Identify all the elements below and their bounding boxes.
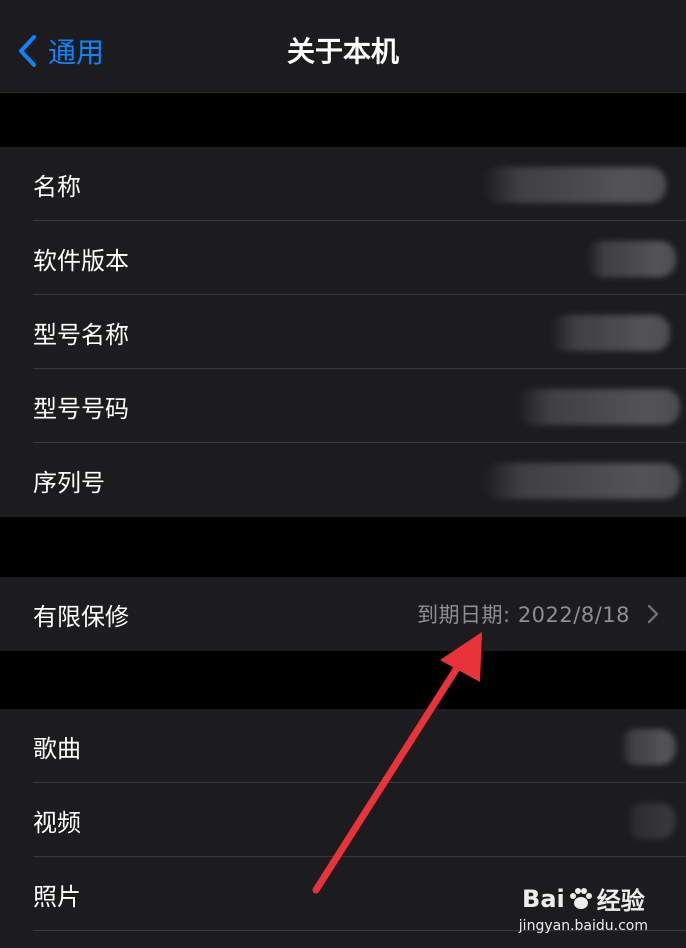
serial-number-row[interactable]: 序列号	[0, 443, 686, 517]
paw-icon	[569, 887, 592, 909]
redacted-value	[626, 803, 676, 839]
serial-number-label: 序列号	[33, 468, 105, 497]
device-name-row[interactable]: 名称	[0, 147, 686, 221]
page-title: 关于本机	[286, 35, 399, 68]
videos-row: 视频	[0, 783, 686, 857]
model-name-label: 型号名称	[33, 320, 129, 349]
songs-row: 歌曲	[0, 709, 686, 783]
redacted-value	[482, 167, 666, 203]
videos-label: 视频	[33, 808, 81, 837]
chevron-right-icon	[647, 604, 659, 624]
software-version-row[interactable]: 软件版本	[0, 221, 686, 295]
watermark-url: jingyan.baidu.com	[518, 918, 648, 934]
warranty-label: 有限保修	[33, 602, 129, 631]
warranty-group: 有限保修 到期日期: 2022/8/18	[0, 577, 686, 651]
device-info-group: 名称 软件版本 型号名称 型号号码 序列号	[0, 147, 686, 517]
redacted-value	[586, 241, 676, 277]
navigation-bar: 通用 关于本机	[0, 0, 686, 93]
device-name-label: 名称	[33, 172, 81, 201]
software-version-label: 软件版本	[33, 246, 129, 275]
warranty-row[interactable]: 有限保修 到期日期: 2022/8/18	[0, 577, 686, 651]
model-number-row[interactable]: 型号号码	[0, 369, 686, 443]
redacted-value	[482, 463, 680, 499]
model-number-label: 型号号码	[33, 394, 129, 423]
watermark: Bai 经验 jingyan.baidu.com	[518, 881, 648, 935]
watermark-brand-right: 经验	[596, 887, 645, 915]
warranty-expiry-value: 到期日期: 2022/8/18	[417, 603, 630, 627]
redacted-value	[516, 389, 680, 425]
model-name-row[interactable]: 型号名称	[0, 295, 686, 369]
watermark-brand-left: Bai	[522, 884, 565, 913]
songs-label: 歌曲	[33, 734, 81, 763]
redacted-value	[620, 729, 676, 765]
photos-label: 照片	[33, 882, 81, 911]
redacted-value	[550, 315, 670, 351]
